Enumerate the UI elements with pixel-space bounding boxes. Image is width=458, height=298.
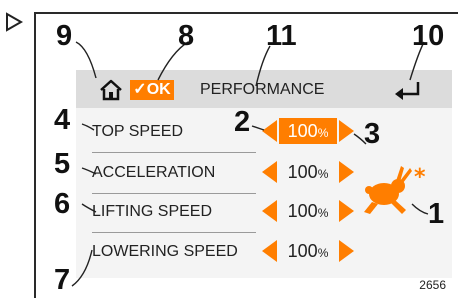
callout-7: 7 (54, 264, 71, 296)
callout-9: 9 (56, 20, 73, 52)
callout-1: 1 (428, 198, 445, 230)
callout-2: 2 (234, 106, 251, 138)
callout-8: 8 (178, 20, 195, 52)
figure-id: 2656 (419, 278, 446, 292)
callout-6: 6 (54, 188, 71, 220)
callout-4: 4 (54, 104, 71, 136)
callout-11: 11 (266, 20, 297, 52)
callout-3: 3 (364, 118, 381, 150)
callout-5: 5 (54, 148, 71, 180)
callout-10: 10 (412, 20, 445, 52)
